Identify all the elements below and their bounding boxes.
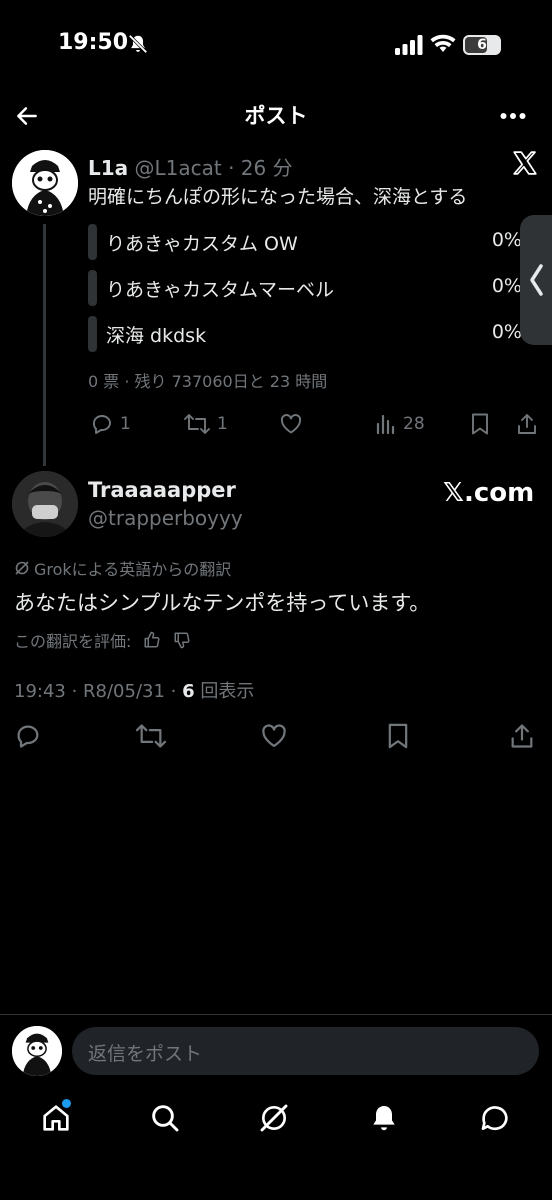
reply-icon <box>93 415 111 434</box>
repost-button[interactable]: 1 <box>183 412 228 436</box>
reply-text: あなたはシンプルなテンポを持っています。 <box>14 591 431 615</box>
reply-input[interactable]: 返信をポスト <box>72 1027 539 1075</box>
poll-option-percent: 0% <box>491 321 522 343</box>
reply-button[interactable]: 1 <box>90 412 131 436</box>
notification-dot <box>62 1099 71 1108</box>
composer-avatar <box>12 1026 62 1076</box>
poll-option[interactable]: りあきゃカスタム OW 0% <box>88 222 526 260</box>
reply-views-label: 回表示 <box>194 681 255 702</box>
share-icon[interactable] <box>508 722 536 750</box>
wifi-icon <box>430 34 456 52</box>
page-title: ポスト <box>244 104 308 128</box>
bookmark-icon[interactable] <box>385 722 411 750</box>
battery-indicator: 6 <box>463 35 501 55</box>
heart-icon[interactable] <box>278 412 304 436</box>
battery-level: 6 <box>477 37 487 53</box>
grok-icon[interactable] <box>258 1102 290 1134</box>
post-text: 明確にちんぽの形になった場合、深海とする <box>88 186 468 208</box>
chevron-left-icon <box>530 264 543 296</box>
poll-option-percent: 0% <box>491 229 522 251</box>
post-time: · 26 分 <box>228 156 293 180</box>
reply-views-count: 6 <box>182 681 195 702</box>
status-time: 19:50 <box>58 30 129 55</box>
thread-line <box>43 224 46 466</box>
views-button[interactable]: 28 <box>375 412 425 436</box>
author-handle[interactable]: @L1acat <box>135 156 222 180</box>
composer-divider <box>0 1014 552 1015</box>
bookmark-icon[interactable] <box>469 412 491 436</box>
search-icon[interactable] <box>149 1102 181 1134</box>
avatar[interactable] <box>12 471 78 537</box>
reply-author-name[interactable]: Traaaaapper <box>88 478 236 502</box>
messages-icon[interactable] <box>479 1102 511 1134</box>
translation-note: Grokによる英語からの翻訳 <box>34 560 232 579</box>
avatar-photo <box>12 471 78 537</box>
thumbs-down-icon[interactable] <box>173 631 191 649</box>
grok-icon <box>15 561 29 575</box>
x-logo-icon <box>513 151 537 175</box>
reply-timestamp: 19:43 · R8/05/31 · <box>14 681 183 702</box>
poll-meta: 0 票 · 残り 737060日と 23 時間 <box>88 372 328 391</box>
repost-icon <box>184 414 210 434</box>
repost-count: 1 <box>217 414 228 434</box>
reply-input-placeholder: 返信をポスト <box>88 1043 203 1065</box>
poll-option[interactable]: りあきゃカスタムマーベル 0% <box>88 268 526 306</box>
repost-icon[interactable] <box>134 722 168 750</box>
reply-icon[interactable] <box>14 722 42 750</box>
reply-count: 1 <box>120 414 131 434</box>
views-icon <box>376 414 395 435</box>
poll-option-percent: 0% <box>491 275 522 297</box>
bell-icon[interactable] <box>368 1102 400 1134</box>
side-panel-handle[interactable] <box>520 215 552 345</box>
heart-icon[interactable] <box>259 722 289 750</box>
reply-meta: 19:43 · R8/05/31 · 6 回表示 <box>14 677 254 703</box>
poll-option-label: りあきゃカスタム OW <box>106 233 298 255</box>
bell-muted-icon <box>128 34 148 54</box>
thumbs-up-icon[interactable] <box>143 631 161 649</box>
x-com-watermark: 𝕏.com <box>443 478 535 508</box>
avatar-illustration <box>12 1026 62 1076</box>
views-count: 28 <box>403 414 425 434</box>
rate-translation-label: この翻訳を評価: <box>14 632 132 651</box>
poll-option-label: 深海 dkdsk <box>106 325 207 347</box>
poll-option[interactable]: 深海 dkdsk 0% <box>88 314 526 352</box>
poll-option-label: りあきゃカスタムマーベル <box>106 279 335 301</box>
avatar-illustration <box>12 150 78 216</box>
more-icon[interactable] <box>500 112 526 120</box>
author-name[interactable]: L1a <box>88 156 128 180</box>
signal-icon <box>395 35 423 55</box>
nav-home[interactable] <box>40 1099 72 1134</box>
share-icon[interactable] <box>515 412 539 436</box>
reply-author-handle[interactable]: @trapperboyyy <box>88 506 243 530</box>
avatar[interactable] <box>12 150 78 216</box>
